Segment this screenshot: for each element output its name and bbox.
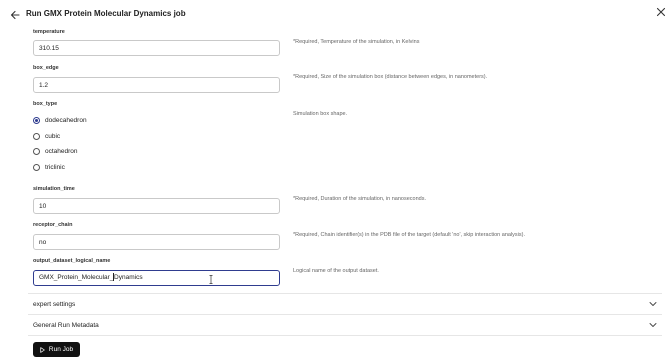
radio-option-cubic[interactable]: cubic	[33, 131, 60, 141]
box-edge-help: *Required, Size of the simulation box (d…	[293, 74, 488, 80]
general-run-metadata-title: General Run Metadata	[33, 321, 99, 329]
receptor-chain-help: *Required, Chain identifier(s) in the PD…	[293, 232, 525, 238]
run-job-button[interactable]: Run Job	[33, 342, 80, 357]
divider	[28, 335, 662, 336]
simulation-time-help: *Required, Duration of the simulation, i…	[293, 196, 426, 202]
expert-settings-title: expert settings	[33, 300, 76, 308]
receptor-chain-label: receptor_chain	[33, 222, 73, 228]
box-type-help: Simulation box shape.	[293, 111, 348, 117]
output-name-input[interactable]: GMX_Protein_Molecular_Dynamics	[33, 270, 280, 286]
temperature-help: *Required, Temperature of the simulation…	[293, 39, 420, 45]
page-title: Run GMX Protein Molecular Dynamics job	[26, 9, 186, 18]
radio-label: dodecahedron	[45, 116, 87, 124]
output-name-label: output_dataset_logical_name	[33, 258, 111, 264]
radio-unchecked-icon[interactable]	[33, 132, 40, 140]
close-icon[interactable]	[656, 7, 666, 17]
divider	[28, 293, 662, 294]
simulation-time-input[interactable]	[33, 198, 280, 214]
temperature-label: temperature	[33, 29, 65, 35]
divider	[28, 314, 662, 315]
text-cursor-icon	[209, 275, 213, 284]
box-edge-input[interactable]	[33, 77, 280, 93]
receptor-chain-input[interactable]	[33, 234, 280, 250]
radio-label: triclinic	[45, 163, 65, 171]
radio-option-dodecahedron[interactable]: dodecahedron	[33, 115, 87, 125]
radio-unchecked-icon[interactable]	[33, 163, 40, 171]
radio-option-octahedron[interactable]: octahedron	[33, 146, 78, 156]
output-name-value-end: Dynamics	[114, 274, 143, 281]
chevron-down-icon[interactable]	[649, 301, 657, 307]
chevron-down-icon[interactable]	[649, 322, 657, 328]
general-run-metadata-toggle[interactable]: General Run Metadata	[33, 319, 657, 331]
expert-settings-toggle[interactable]: expert settings	[33, 298, 657, 310]
box-type-label: box_type	[33, 101, 58, 107]
temperature-input[interactable]	[33, 40, 280, 56]
radio-label: octahedron	[45, 147, 78, 155]
play-icon	[40, 346, 45, 353]
run-job-label: Run Job	[48, 346, 74, 353]
box-edge-label: box_edge	[33, 65, 59, 71]
output-name-help: Logical name of the output dataset.	[293, 268, 379, 274]
output-name-value-start: GMX_Protein_Molecular_	[39, 274, 114, 281]
simulation-time-label: simulation_time	[33, 186, 75, 192]
radio-option-triclinic[interactable]: triclinic	[33, 162, 65, 172]
radio-checked-icon[interactable]	[33, 116, 40, 124]
back-arrow-icon[interactable]	[10, 10, 20, 20]
radio-label: cubic	[45, 132, 61, 140]
radio-unchecked-icon[interactable]	[33, 147, 40, 155]
